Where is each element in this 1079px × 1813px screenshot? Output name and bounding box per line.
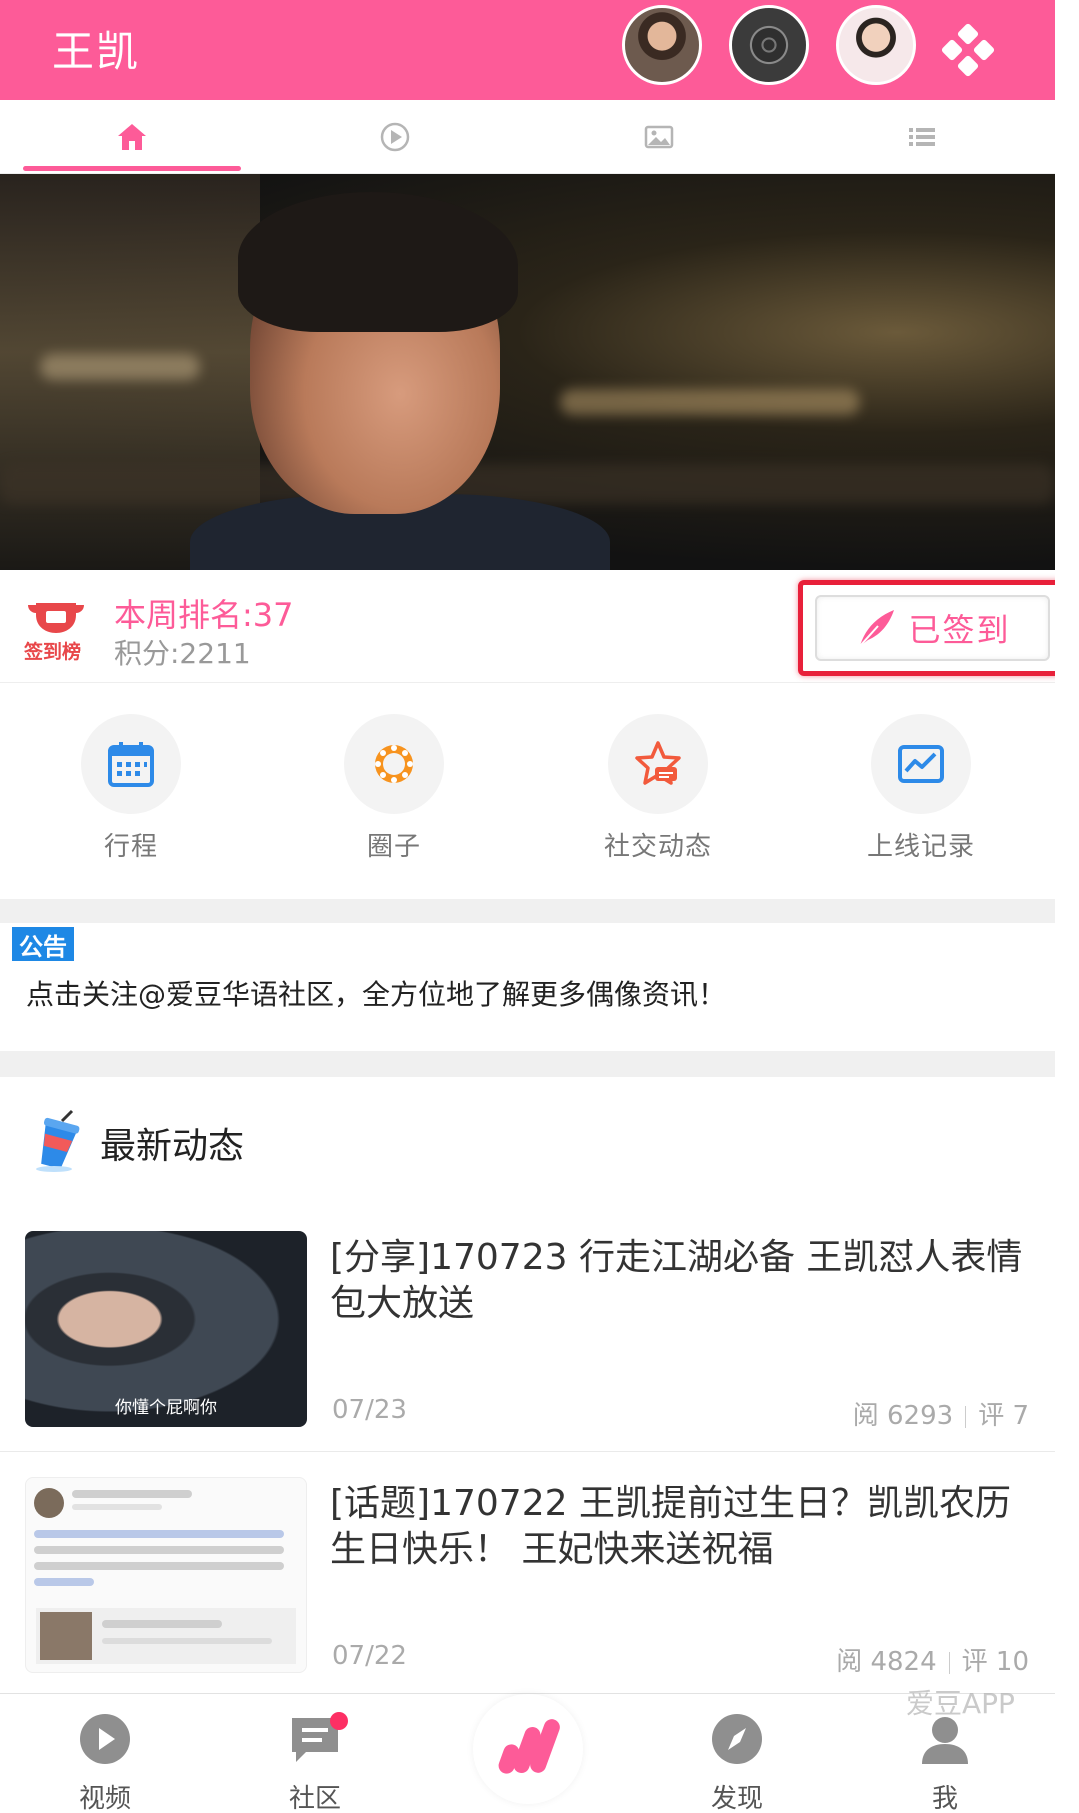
app-screen: 王凯 签到榜 本周排名:37 积分:2211 已签到 行程 圈子 社交动态 上线… — [0, 0, 1067, 1813]
quick-item-label: 社交动态 — [603, 832, 712, 862]
bottom-navigation: 视频 社区 发现 我 — [0, 1693, 1055, 1813]
home-icon — [117, 124, 146, 150]
post-date: 07/23 — [332, 1395, 407, 1425]
nav-label: 社区 — [288, 1784, 341, 1813]
announcement-text: 点击关注@爱豆华语社区，全方位地了解更多偶像资讯！ — [26, 978, 727, 1011]
watermark: 爱豆APP — [906, 1687, 1015, 1720]
latest-news-header: 最新动态 — [0, 1077, 1055, 1207]
post-title[interactable]: [分享]170723 行走江湖必备 王凯怼人表情包大放送 — [330, 1235, 1030, 1327]
nav-label: 视频 — [78, 1784, 131, 1813]
quick-item-label: 圈子 — [366, 832, 421, 862]
signin-row: 签到榜 本周排名:37 积分:2211 已签到 — [0, 570, 1067, 683]
calendar-icon — [108, 742, 154, 787]
quick-item-online-record[interactable]: 上线记录 — [821, 714, 1021, 884]
list-icon — [908, 128, 935, 146]
quick-item-social[interactable]: 社交动态 — [558, 714, 758, 884]
post-thumbnail[interactable] — [25, 1477, 307, 1673]
tab-photos[interactable] — [527, 100, 790, 174]
announcement-tag: 公告 — [12, 927, 74, 961]
nav-video[interactable]: 视频 — [40, 1712, 170, 1813]
points-score: 积分:2211 — [114, 637, 251, 670]
page-title: 王凯 — [52, 27, 141, 76]
app-logo-icon — [498, 1719, 560, 1774]
active-tab-indicator — [23, 166, 241, 171]
weekly-rank: 本周排名:37 — [114, 596, 294, 634]
circle-icon — [375, 745, 413, 783]
quick-item-label: 行程 — [103, 832, 158, 862]
play-circle-icon — [380, 122, 409, 152]
post-date: 07/22 — [332, 1641, 407, 1671]
quick-item-schedule[interactable]: 行程 — [31, 714, 231, 884]
drink-cup-icon — [36, 1109, 80, 1172]
video-icon — [80, 1714, 130, 1764]
nav-community[interactable]: 社区 — [250, 1712, 380, 1813]
quick-item-label: 上线记录 — [866, 832, 975, 862]
tab-list[interactable] — [790, 100, 1053, 174]
read-count: 阅 6293 — [852, 1401, 954, 1431]
post-stats: 阅 4824 评 10 — [836, 1641, 1029, 1678]
signed-in-button[interactable]: 已签到 — [815, 595, 1050, 661]
screen-edge — [1055, 0, 1079, 1813]
read-count: 阅 4824 — [836, 1647, 937, 1677]
signin-rank-badge[interactable]: 签到榜 — [22, 595, 90, 663]
apps-grid-icon[interactable] — [940, 22, 996, 78]
section-divider — [0, 899, 1055, 923]
signin-rank-label: 签到榜 — [24, 641, 82, 663]
announcement[interactable]: 公告 点击关注@爱豆华语社区，全方位地了解更多偶像资讯！ — [0, 923, 1055, 1051]
quick-item-circle[interactable]: 圈子 — [294, 714, 494, 884]
quick-menu: 行程 圈子 社交动态 上线记录 — [0, 684, 1055, 899]
star-chat-icon — [635, 741, 681, 785]
compass-icon — [712, 1714, 762, 1764]
trophy-icon — [28, 603, 84, 633]
nav-label: 发现 — [710, 1784, 763, 1813]
comment-count: 评 7 — [978, 1401, 1029, 1431]
post-thumbnail[interactable]: 你懂个屁啊你 — [25, 1231, 307, 1427]
section-title: 最新动态 — [100, 1126, 245, 1167]
list-item[interactable]: [话题]170722 王凯提前过生日？凯凯农历生日快乐！ 王妃快来送祝福 07/… — [0, 1453, 1055, 1698]
nav-me[interactable]: 我 — [880, 1712, 1010, 1813]
avatar[interactable] — [836, 5, 916, 85]
hero-banner-image[interactable] — [0, 174, 1055, 570]
avatar[interactable] — [622, 5, 702, 85]
post-title[interactable]: [话题]170722 王凯提前过生日？凯凯农历生日快乐！ 王妃快来送祝福 — [330, 1481, 1030, 1573]
top-header: 王凯 — [0, 0, 1055, 100]
tab-video[interactable] — [263, 100, 526, 174]
post-stats: 阅 6293 评 7 — [853, 1395, 1029, 1432]
nav-home-logo[interactable] — [473, 1694, 583, 1804]
section-divider — [0, 1051, 1055, 1077]
nav-discover[interactable]: 发现 — [672, 1712, 802, 1813]
trend-chart-icon — [898, 745, 944, 783]
image-icon — [644, 125, 673, 149]
feather-icon — [859, 610, 895, 647]
notification-dot — [330, 1712, 348, 1730]
music-disc-avatar[interactable] — [729, 5, 809, 85]
tab-bar — [0, 100, 1055, 174]
thumbnail-caption: 你懂个屁啊你 — [115, 1398, 217, 1418]
comment-count: 评 10 — [961, 1647, 1029, 1677]
signed-highlight: 已签到 — [798, 580, 1067, 676]
nav-label: 我 — [931, 1784, 958, 1813]
list-item[interactable]: 你懂个屁啊你 [分享]170723 行走江湖必备 王凯怼人表情包大放送 07/2… — [0, 1207, 1055, 1452]
tab-home[interactable] — [0, 100, 263, 174]
signed-in-label: 已签到 — [908, 611, 1011, 649]
